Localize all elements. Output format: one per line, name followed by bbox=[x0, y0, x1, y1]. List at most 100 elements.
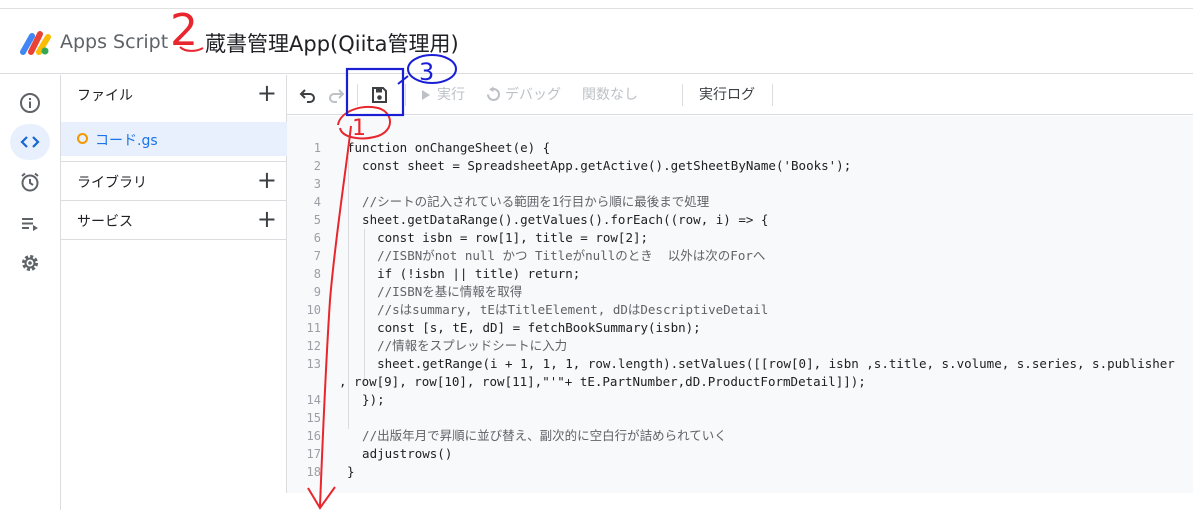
triggers-button[interactable] bbox=[10, 164, 50, 200]
code-text: adjustrows() bbox=[347, 446, 453, 461]
line-number: 7 bbox=[313, 249, 321, 263]
code-line[interactable]: 6 const isbn = row[1], title = row[2]; bbox=[287, 229, 1193, 247]
top-border bbox=[0, 0, 1193, 9]
code-text: const isbn = row[1], title = row[2]; bbox=[347, 230, 649, 245]
add-file-button[interactable]: + bbox=[257, 79, 277, 107]
app-brand: Apps Script bbox=[60, 31, 169, 53]
code-text: if (!isbn || title) return; bbox=[347, 266, 581, 281]
project-settings-button[interactable] bbox=[10, 245, 50, 281]
line-number: 5 bbox=[313, 213, 321, 227]
toolbar-divider bbox=[772, 84, 773, 106]
code-text: }); bbox=[347, 392, 385, 407]
execution-log-button[interactable]: 実行ログ bbox=[699, 84, 755, 104]
code-line[interactable]: 1 function onChangeSheet(e) { bbox=[287, 139, 1193, 157]
run-button[interactable]: 実行 bbox=[437, 84, 465, 104]
code-line[interactable]: 9 //ISBNを基に情報を取得 bbox=[287, 283, 1193, 301]
file-item[interactable]: コード.gs bbox=[61, 122, 287, 156]
code-editor[interactable]: 1 function onChangeSheet(e) { 2 const shee… bbox=[287, 116, 1193, 493]
code-line[interactable]: 11 const [s, tE, dD] = fetchBookSummary(… bbox=[287, 319, 1193, 337]
services-label: サービス bbox=[77, 214, 133, 230]
code-line[interactable]: 8 if (!isbn || title) return; bbox=[287, 265, 1193, 283]
redo-icon[interactable] bbox=[327, 86, 345, 104]
line-number: 10 bbox=[306, 303, 321, 317]
add-library-button[interactable]: + bbox=[257, 166, 277, 194]
editor-button[interactable] bbox=[10, 124, 50, 160]
alarm-icon bbox=[21, 172, 39, 192]
code-line[interactable]: 13 sheet.getRange(i + 1, 1, 1, row.lengt… bbox=[287, 355, 1193, 373]
code-text: sheet.getRange(i + 1, 1, 1, row.length).… bbox=[347, 356, 1175, 371]
code-line[interactable]: 3 bbox=[287, 175, 1193, 193]
line-number: 1 bbox=[313, 141, 321, 155]
app-header: Apps Script 蔵書管理App(Qiita管理用) bbox=[0, 10, 1193, 74]
line-number: 18 bbox=[306, 465, 321, 479]
info-icon bbox=[20, 93, 40, 113]
code-line[interactable]: 2 const sheet = SpreadsheetApp.getActive… bbox=[287, 157, 1193, 175]
debug-icon bbox=[487, 86, 500, 101]
code-line[interactable]: 10 //sはsummary, tEはTitleElement, dDはDesc… bbox=[287, 301, 1193, 319]
code-lines: 1 function onChangeSheet(e) { 2 const shee… bbox=[287, 139, 1193, 481]
code-line[interactable]: 5 sheet.getDataRange().getValues().forEa… bbox=[287, 211, 1193, 229]
unsaved-dot-icon bbox=[77, 133, 88, 144]
files-section-header: ファイル + bbox=[61, 75, 287, 113]
line-number: 13 bbox=[306, 357, 321, 371]
line-number: 16 bbox=[306, 429, 321, 443]
line-number: 15 bbox=[306, 411, 321, 425]
files-label: ファイル bbox=[77, 88, 133, 104]
line-number: 14 bbox=[306, 393, 321, 407]
line-number: 12 bbox=[306, 339, 321, 353]
code-icon bbox=[20, 136, 40, 148]
code-text: //sはsummary, tEはTitleElement, dDはDescrip… bbox=[347, 302, 769, 317]
code-text: sheet.getDataRange().getValues().forEach… bbox=[347, 212, 769, 227]
line-number: 6 bbox=[313, 231, 321, 245]
line-number: 17 bbox=[306, 447, 321, 461]
code-line[interactable]: 15 bbox=[287, 409, 1193, 427]
apps-script-logo-icon bbox=[20, 31, 51, 55]
overview-button[interactable] bbox=[10, 85, 50, 121]
executions-icon bbox=[22, 218, 38, 231]
toolbar-divider bbox=[682, 84, 683, 106]
code-text: //情報をスプレッドシートに入力 bbox=[347, 338, 568, 353]
run-icon bbox=[422, 90, 430, 100]
divider bbox=[61, 239, 287, 240]
code-line[interactable]: 18} bbox=[287, 463, 1193, 481]
services-section: サービス + bbox=[61, 201, 287, 239]
code-text: //出版年月で昇順に並び替え、副次的に空白行が詰められていく bbox=[347, 428, 727, 443]
code-text: } bbox=[347, 464, 355, 479]
save-icon[interactable] bbox=[370, 86, 388, 104]
executions-button[interactable] bbox=[10, 206, 50, 242]
toolbar-divider bbox=[357, 84, 358, 106]
line-number: 2 bbox=[313, 159, 321, 173]
toolbar-divider bbox=[405, 84, 406, 106]
line-number: 9 bbox=[313, 285, 321, 299]
project-title[interactable]: 蔵書管理App(Qiita管理用) bbox=[205, 28, 459, 58]
debug-button[interactable]: デバッグ bbox=[505, 84, 561, 104]
line-number: 3 bbox=[313, 177, 321, 191]
editor-toolbar: 実行 デバッグ 関数なし 実行ログ bbox=[287, 75, 1193, 115]
line-number: 8 bbox=[313, 267, 321, 281]
code-line[interactable]: 12 //情報をスプレッドシートに入力 bbox=[287, 337, 1193, 355]
code-text: , row[9], row[10], row[11],"'"+ tE.PartN… bbox=[339, 374, 866, 389]
code-line[interactable]: 17 adjustrows() bbox=[287, 445, 1193, 463]
add-service-button[interactable]: + bbox=[257, 205, 277, 233]
code-line[interactable]: 7 //ISBNがnot null かつ Titleがnullのとき 以外は次の… bbox=[287, 247, 1193, 265]
line-number: 11 bbox=[306, 321, 321, 335]
files-panel: ファイル + コード.gs ライブラリ + サービス + bbox=[61, 75, 287, 493]
code-line[interactable]: , row[9], row[10], row[11],"'"+ tE.PartN… bbox=[287, 373, 1193, 391]
undo-icon[interactable] bbox=[299, 86, 317, 104]
code-line[interactable]: 14 }); bbox=[287, 391, 1193, 409]
code-text: //ISBNを基に情報を取得 bbox=[347, 284, 523, 299]
libraries-label: ライブラリ bbox=[77, 175, 147, 191]
left-rail bbox=[0, 75, 61, 510]
code-line[interactable]: 16 //出版年月で昇順に並び替え、副次的に空白行が詰められていく bbox=[287, 427, 1193, 445]
file-name: コード.gs bbox=[95, 133, 158, 149]
code-line[interactable]: 4 //シートの記入されている範囲を1行目から順に最後まで処理 bbox=[287, 193, 1193, 211]
code-text: const sheet = SpreadsheetApp.getActive()… bbox=[347, 158, 852, 173]
code-text: const [s, tE, dD] = fetchBookSummary(isb… bbox=[347, 320, 701, 335]
code-text: //シートの記入されている範囲を1行目から順に最後まで処理 bbox=[347, 194, 710, 209]
settings-icon bbox=[22, 255, 38, 271]
code-text: function onChangeSheet(e) { bbox=[347, 140, 551, 155]
libraries-section: ライブラリ + bbox=[61, 162, 287, 200]
code-text: //ISBNがnot null かつ Titleがnullのとき 以外は次のFo… bbox=[347, 248, 766, 263]
line-number: 4 bbox=[313, 195, 321, 209]
function-selector[interactable]: 関数なし bbox=[582, 84, 638, 104]
